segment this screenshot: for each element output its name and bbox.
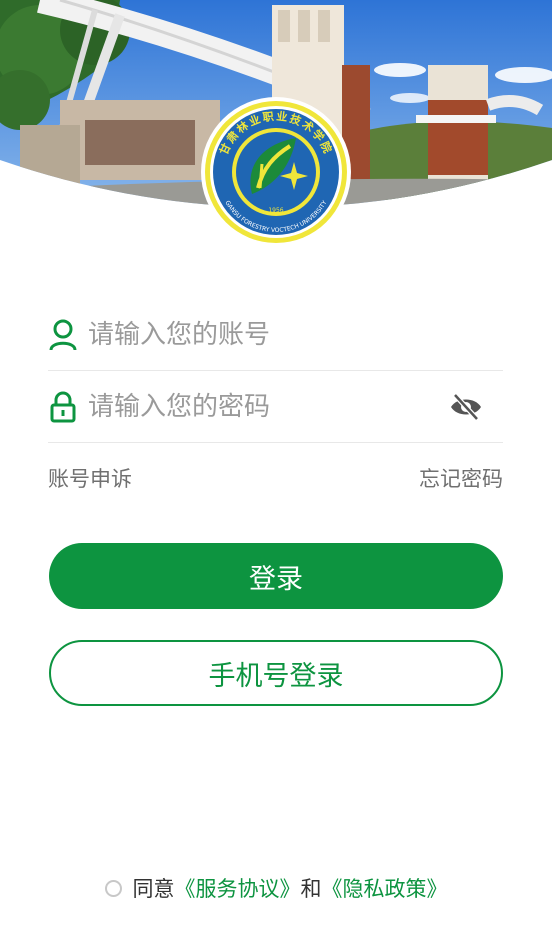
university-logo: 甘肃林业职业技术学院 GANSU FORESTRY VOCTECH UNIVER… (201, 97, 351, 247)
user-icon (48, 318, 78, 352)
login-button[interactable]: 登录 (49, 543, 503, 609)
service-agreement-link[interactable]: 《服务协议》 (175, 873, 301, 903)
privacy-policy-link[interactable]: 《隐私政策》 (322, 873, 448, 903)
eye-off-icon[interactable] (449, 390, 483, 424)
phone-login-button[interactable]: 手机号登录 (49, 640, 503, 706)
agreement-row: 同意 《服务协议》 和 《隐私政策》 (0, 870, 552, 906)
account-input[interactable] (88, 320, 503, 350)
account-links: 账号申诉 忘记密码 (48, 460, 503, 496)
password-field (48, 372, 503, 443)
account-appeal-link[interactable]: 账号申诉 (48, 463, 132, 493)
password-input[interactable] (88, 392, 449, 422)
lock-icon (48, 390, 78, 424)
agree-text: 同意 (132, 877, 175, 901)
forgot-password-link[interactable]: 忘记密码 (419, 463, 503, 493)
and-text: 和 (300, 877, 322, 901)
agree-radio[interactable] (104, 879, 122, 897)
logo-year: 1956 (268, 207, 283, 214)
account-field (48, 300, 503, 371)
